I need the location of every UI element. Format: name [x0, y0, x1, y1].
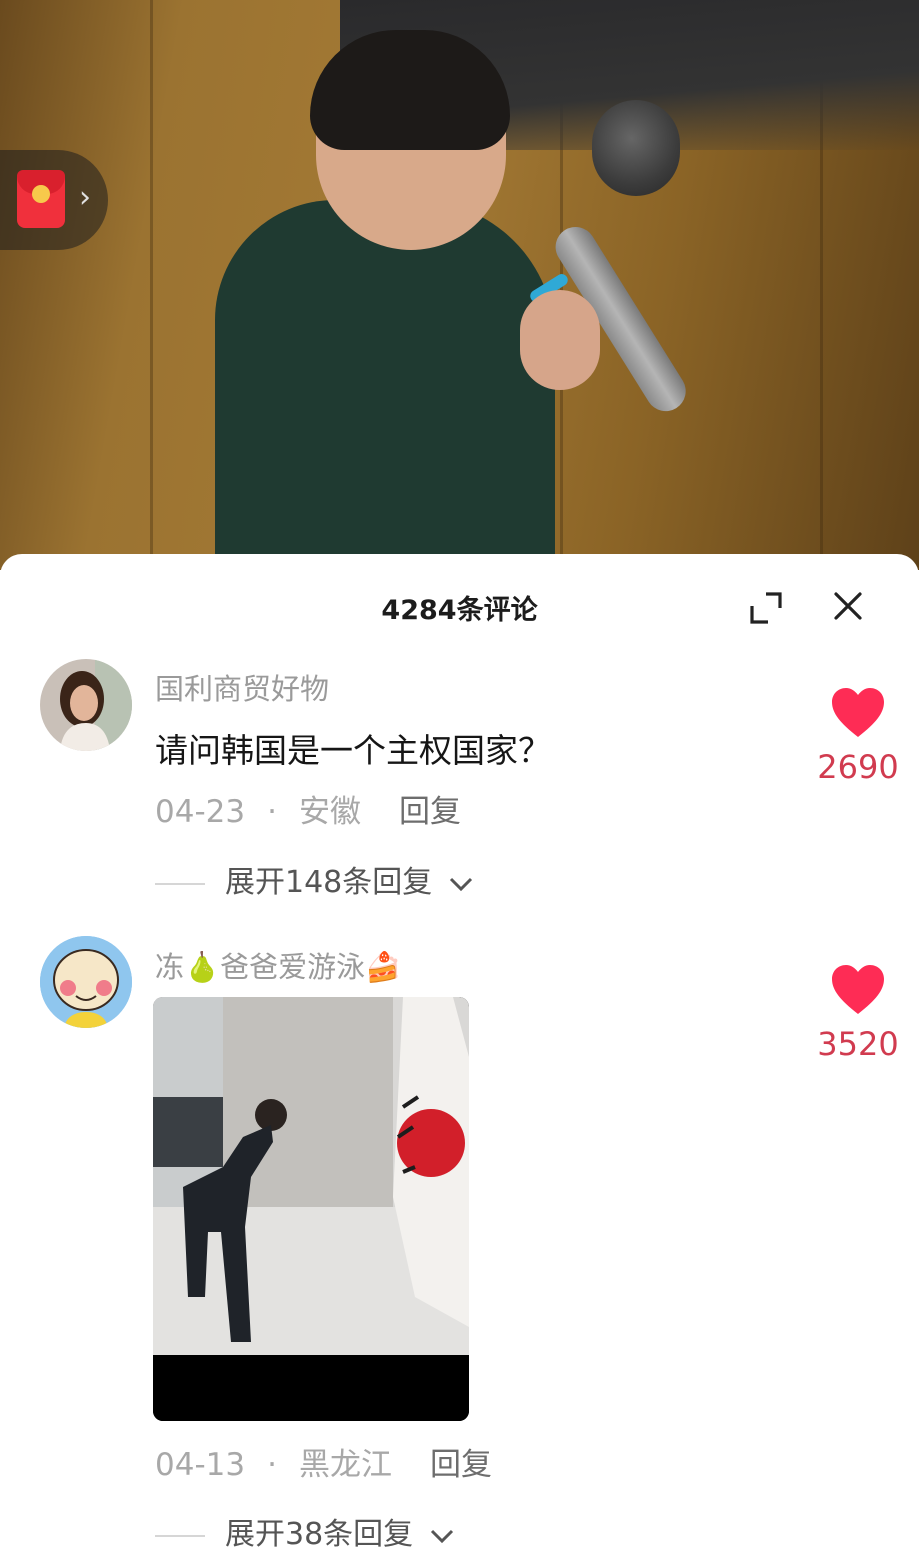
expand-replies-button[interactable]: 展开38条回复 — [155, 1509, 455, 1553]
video-person-hand — [520, 290, 600, 390]
chevron-down-icon — [449, 877, 472, 891]
close-icon[interactable] — [832, 590, 864, 622]
expand-replies-label: 展开148条回复 — [225, 865, 433, 900]
meta-separator: · — [267, 794, 277, 830]
chevron-right-icon[interactable]: › — [79, 183, 91, 213]
video-player[interactable] — [0, 0, 919, 570]
heart-icon[interactable] — [830, 964, 886, 1016]
comment-username[interactable]: 冻🍐爸爸爱游泳🍰 — [155, 944, 401, 986]
expand-replies-label: 展开38条回复 — [225, 1517, 414, 1552]
red-packet-coin — [32, 185, 50, 203]
reply-button[interactable]: 回复 — [399, 794, 461, 830]
avatar[interactable] — [40, 936, 132, 1028]
divider-dash — [155, 1534, 205, 1537]
expand-icon[interactable] — [750, 592, 782, 624]
divider-dash — [155, 882, 205, 885]
like-count: 2690 — [817, 748, 899, 786]
comment-sheet: 4284条评论 国利商贸好物 请问韩国是一个主权国家？ 04-23 · 安徽 回复 展… — [0, 554, 919, 1566]
like-count: 3520 — [817, 1025, 899, 1063]
wall-speaker — [592, 100, 680, 196]
wall-panel — [150, 0, 153, 570]
comment-meta: 04-13 · 黑龙江 回复 — [155, 1439, 492, 1484]
comment-text: 请问韩国是一个主权国家？ — [155, 731, 551, 770]
comment-date: 04-23 — [155, 794, 246, 830]
comment-location: 黑龙江 — [298, 1447, 392, 1483]
comment-location: 安徽 — [298, 794, 361, 830]
expand-replies-button[interactable]: 展开148条回复 — [155, 857, 474, 901]
reply-button[interactable]: 回复 — [430, 1447, 492, 1483]
comment-attached-image[interactable] — [153, 997, 469, 1421]
heart-icon[interactable] — [830, 687, 886, 739]
chevron-down-icon — [430, 1529, 453, 1543]
video-person-body — [215, 200, 555, 570]
avatar[interactable] — [40, 659, 132, 751]
comment-date: 04-13 — [155, 1447, 246, 1483]
comment-meta: 04-23 · 安徽 回复 — [155, 786, 461, 831]
meta-separator: · — [267, 1447, 277, 1483]
comment-username[interactable]: 国利商贸好物 — [155, 666, 329, 708]
